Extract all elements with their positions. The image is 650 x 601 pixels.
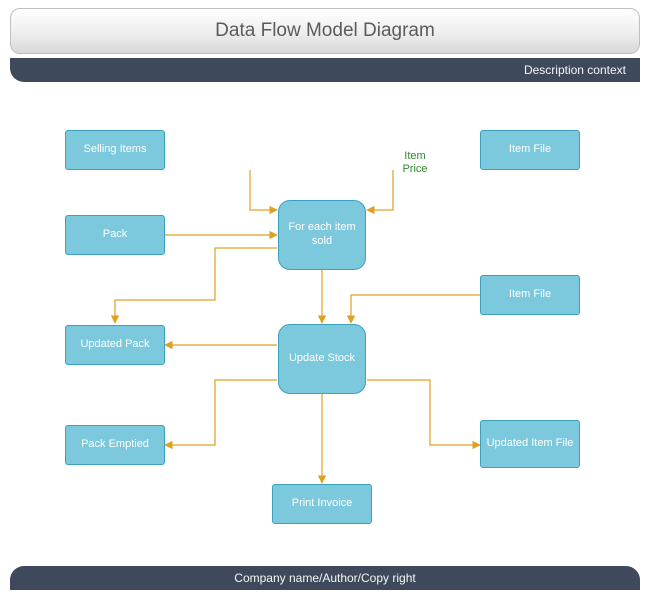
label-item-price: Item Price	[395, 150, 435, 176]
node-item-file-top: Item File	[480, 130, 580, 170]
diagram-canvas: Data Flow Model Diagram Description cont…	[0, 0, 650, 601]
process-update-stock: Update Stock	[278, 324, 366, 394]
node-selling-items: Selling Items	[65, 130, 165, 170]
node-pack-emptied: Pack Emptied	[65, 425, 165, 465]
footer-bar: Company name/Author/Copy right	[10, 566, 640, 590]
page-title: Data Flow Model Diagram	[215, 20, 435, 42]
node-print-invoice: Print Invoice	[272, 484, 372, 524]
node-pack: Pack	[65, 215, 165, 255]
node-updated-pack: Updated Pack	[65, 325, 165, 365]
node-item-file-mid: Item File	[480, 275, 580, 315]
footer-text: Company name/Author/Copy right	[234, 571, 415, 585]
title-bar: Data Flow Model Diagram	[10, 8, 640, 54]
node-updated-item-file: Updated Item File	[480, 420, 580, 468]
subtitle-text: Description context	[524, 63, 626, 77]
process-for-each-item-sold: For each item sold	[278, 200, 366, 270]
subtitle-bar: Description context	[10, 58, 640, 82]
